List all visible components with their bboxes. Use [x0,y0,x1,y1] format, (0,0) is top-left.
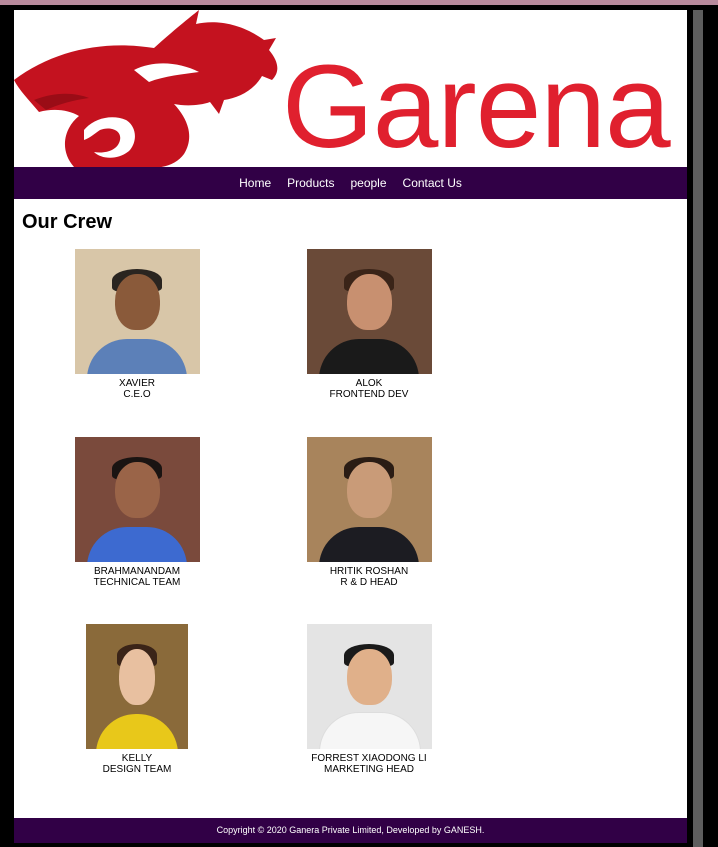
page-shadow [693,10,703,847]
crew-name: KELLY [121,753,153,764]
footer: Copyright © 2020 Ganera Private Limited,… [14,818,687,843]
main-nav: Home Products people Contact Us [14,167,687,199]
crew-role: R & D HEAD [340,577,398,588]
crew-role: TECHNICAL TEAM [93,577,181,588]
crew-card: KELLY DESIGN TEAM [47,624,227,775]
crew-photo-hritik-roshan [306,437,432,562]
crew-photo-brahmanandam [74,437,200,562]
crew-role: DESIGN TEAM [102,764,172,775]
crew-name: BRAHMANANDAM [93,566,181,577]
brand-logo-text: Garena [282,41,671,167]
dragon-logo-icon [14,10,278,167]
nav-people-link[interactable]: people [342,167,394,199]
crew-photo-forrest-li [306,624,432,749]
crew-role: C.E.O [123,389,151,400]
crew-card: XAVIER C.E.O [47,249,227,400]
section-title: Our Crew [22,211,113,233]
crew-name: FORREST XIAODONG LI [311,753,427,764]
crew-card: HRITIK ROSHAN R & D HEAD [279,437,459,588]
crew-photo-xavier [74,249,200,374]
nav-products-link[interactable]: Products [279,167,342,199]
nav-contact-link[interactable]: Contact Us [395,167,470,199]
browser-top-strip [0,0,718,5]
crew-card: ALOK FRONTEND DEV [279,249,459,400]
crew-role: MARKETING HEAD [323,764,414,775]
crew-photo-kelly [86,624,188,749]
header-banner: Garena [14,10,687,167]
page-container: Garena Home Products people Contact Us Our … [14,10,687,843]
crew-name: ALOK [355,378,383,389]
crew-card: BRAHMANANDAM TECHNICAL TEAM [47,437,227,588]
crew-name: HRITIK ROSHAN [329,566,409,577]
crew-photo-alok [306,249,432,374]
crew-name: XAVIER [119,378,155,389]
crew-card: FORREST XIAODONG LI MARKETING HEAD [279,624,459,775]
nav-home-link[interactable]: Home [231,167,279,199]
crew-role: FRONTEND DEV [329,389,409,400]
